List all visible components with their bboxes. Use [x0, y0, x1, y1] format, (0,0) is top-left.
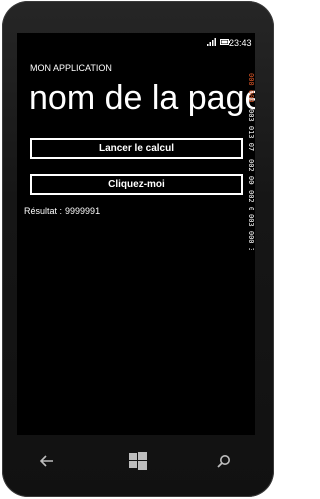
back-arrow-icon — [40, 455, 53, 467]
perf-counter: 003 013 07 — [247, 109, 255, 152]
result-label: Résultat : — [24, 206, 63, 216]
result-line: Résultat : 9999991 — [24, 206, 100, 216]
status-bar: 23:43 — [17, 33, 255, 55]
status-icons — [207, 38, 230, 46]
result-value: 9999991 — [65, 206, 101, 216]
phone-screen: 23:43 MON APPLICATION nom de la page Lan… — [17, 33, 255, 435]
frame-rate-counter: 000 000 003 013 07 002 000 002 000 003 0… — [246, 73, 255, 273]
signal-icon — [207, 38, 216, 46]
back-button[interactable] — [32, 448, 62, 474]
perf-counter: 003 000 3557 — [247, 214, 255, 250]
perf-counter: 002 000 — [247, 159, 255, 185]
status-time: 23:43 — [229, 38, 252, 48]
hardware-nav-bar — [2, 438, 274, 483]
launch-calc-button[interactable]: Lancer le calcul — [30, 138, 243, 159]
search-icon — [217, 455, 230, 468]
click-me-button[interactable]: Cliquez-moi — [30, 174, 243, 195]
app-title: MON APPLICATION — [30, 63, 112, 73]
windows-start-icon — [129, 452, 147, 470]
page-title: nom de la page — [29, 79, 255, 117]
perf-counter: 000 000 — [247, 73, 255, 103]
search-button[interactable] — [209, 448, 239, 474]
perf-counter: 002 000 — [247, 190, 255, 210]
start-button[interactable] — [123, 448, 153, 474]
